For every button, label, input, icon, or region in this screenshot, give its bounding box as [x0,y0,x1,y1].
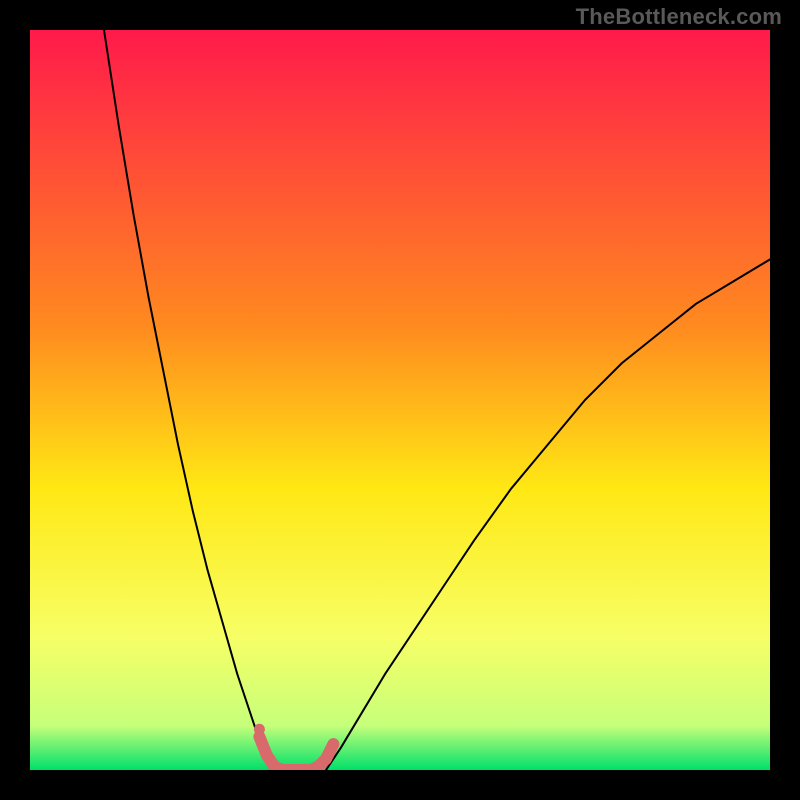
marker-layer [254,724,265,735]
bottleneck-curve-plot [30,30,770,770]
chart-frame: TheBottleneck.com [0,0,800,800]
marker-valley-dot [254,724,265,735]
plot-background [30,30,770,770]
watermark-text: TheBottleneck.com [576,4,782,30]
